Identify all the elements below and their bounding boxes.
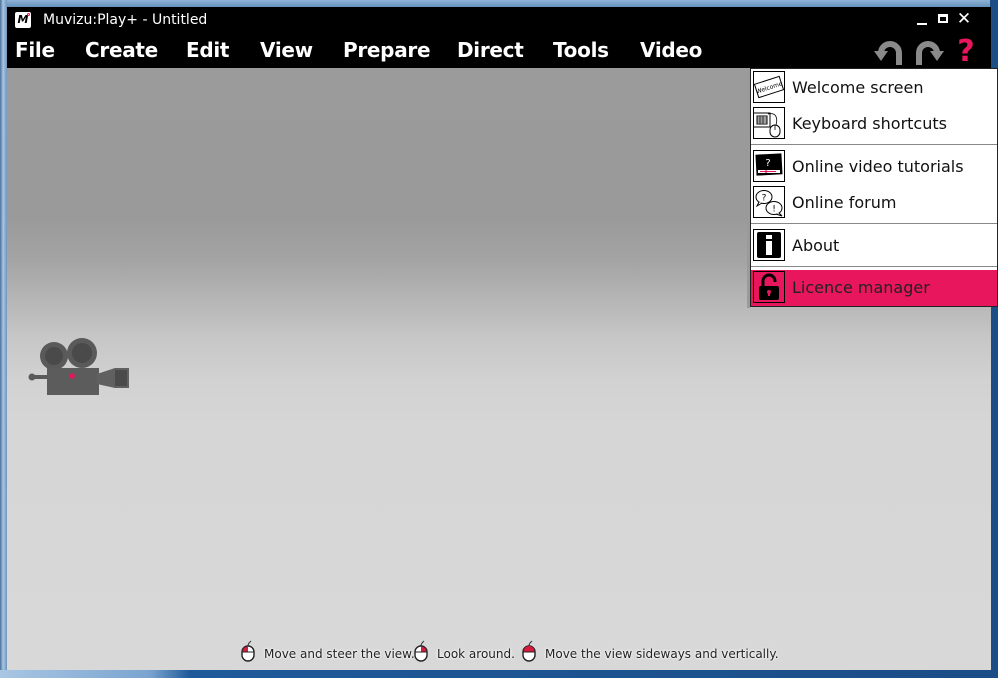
maximize-button[interactable] [935,11,951,27]
info-icon [753,229,785,261]
menu-prepare[interactable]: Prepare [343,38,431,62]
speech-bubbles-icon: ? ! [753,186,785,218]
menu-item-label: About [792,236,840,255]
app-logo-icon: M [15,12,31,28]
window-border-left[interactable] [0,0,7,678]
undo-button[interactable] [873,35,907,68]
menu-separator [751,266,997,267]
menu-item-keyboard-shortcuts[interactable]: Keyboard shortcuts [751,106,997,142]
close-button[interactable]: ✕ [956,11,972,28]
title-bar[interactable]: M Muvizu:Play+ - Untitled ✕ [7,7,991,35]
svg-text:?: ? [765,158,770,169]
menu-item-about[interactable]: About [751,228,997,264]
mouse-right-button-icon [414,640,428,662]
menu-item-label: Online video tutorials [792,157,964,176]
mouse-both-buttons-icon [522,640,536,662]
menu-item-welcome-screen[interactable]: Welcome Welcome screen [751,70,997,106]
menu-item-label: Licence manager [792,278,930,297]
hint-text: Look around. [437,647,515,661]
hint-both-mouse: Move the view sideways and vertically. [521,640,779,662]
help-dropdown-menu: Welcome Welcome screen Keyboard shortcut… [747,68,998,308]
undo-arrow-icon [874,41,902,65]
menu-view[interactable]: View [260,38,313,62]
hint-left-mouse: Move and steer the view. [240,640,415,662]
svg-text:?: ? [762,194,767,204]
hint-text: Move and steer the view. [264,647,415,661]
svg-text:!: ! [772,205,776,215]
menu-edit[interactable]: Edit [186,38,230,62]
mouse-hints-bar: Move and steer the view. Look around. Mo… [7,638,991,668]
menu-separator [751,223,997,224]
redo-button[interactable] [911,35,945,68]
menu-bar: File Create Edit View Prepare Direct Too… [7,35,991,68]
menu-create[interactable]: Create [85,38,158,62]
menu-item-online-forum[interactable]: ? ! Online forum [751,185,997,221]
menu-video[interactable]: Video [640,38,702,62]
welcome-card-icon: Welcome [753,71,785,103]
menu-item-online-video-tutorials[interactable]: ? Online video tutorials [751,149,997,185]
window-border-bottom[interactable] [0,670,998,678]
hint-right-mouse: Look around. [413,640,515,662]
camera-icon[interactable] [27,338,132,400]
menu-direct[interactable]: Direct [457,38,524,62]
redo-arrow-icon [916,41,944,65]
menu-file[interactable]: File [15,38,55,62]
padlock-open-icon [753,271,785,303]
mouse-left-button-icon [241,640,255,662]
video-screen-question-icon: ? [753,150,785,182]
menu-separator [751,144,997,145]
menu-item-label: Welcome screen [792,78,924,97]
menu-item-label: Keyboard shortcuts [792,114,947,133]
help-button[interactable]: ? [949,35,983,68]
hint-text: Move the view sideways and vertically. [545,647,779,661]
minimize-button[interactable] [914,11,930,27]
menu-item-licence-manager[interactable]: Licence manager [751,270,997,306]
menu-tools[interactable]: Tools [553,38,609,62]
window-title: Muvizu:Play+ - Untitled [43,12,208,28]
menu-item-label: Online forum [792,193,897,212]
keyboard-mouse-icon [753,107,785,139]
